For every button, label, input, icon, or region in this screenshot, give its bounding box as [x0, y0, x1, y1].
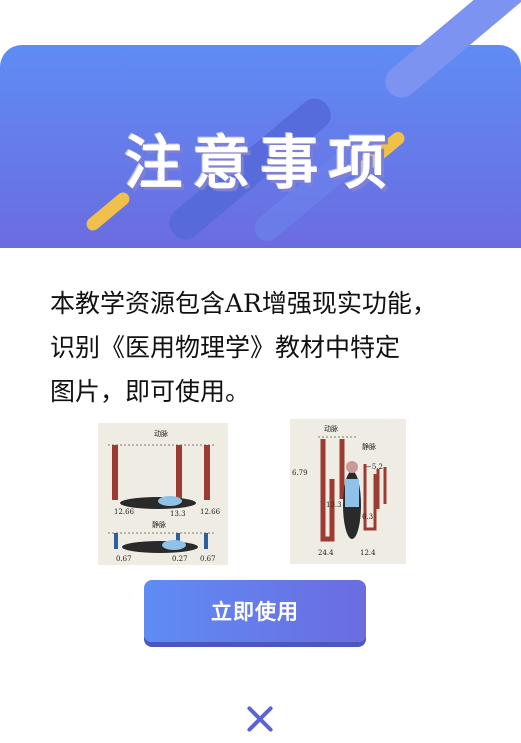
figure-label: 静脉: [152, 520, 166, 529]
figure-vertical-pressure: 动脉 静脉 6.79 −5.2 13.3 0.3 24.4 12.4: [290, 419, 406, 564]
figure-horizontal-pressure: 动脉 12.66 13.3 12.66 静脉 0.67 0.27 0.67: [98, 423, 228, 565]
figure-value: 0.67: [116, 555, 132, 563]
figure-value: 13.3: [326, 501, 342, 509]
modal-title: 注意事项: [124, 129, 397, 197]
figure-value: 0.3: [362, 513, 373, 521]
figure-value: −5.2: [366, 463, 383, 471]
figure-value: 12.66: [200, 508, 221, 516]
close-icon[interactable]: [246, 705, 274, 733]
figure-label: 动脉: [324, 424, 338, 433]
figure-value: 24.4: [318, 549, 334, 557]
figure-label: 静脉: [362, 442, 376, 451]
figure-value: 13.3: [170, 510, 186, 518]
figure-value: 6.79: [292, 469, 308, 477]
body-line: 识别《医用物理学》教材中特定: [50, 333, 401, 362]
use-now-button[interactable]: 立即使用: [144, 580, 366, 642]
body-line: 图片，即可使用。: [50, 377, 251, 406]
figure-value: 0.67: [200, 555, 216, 563]
modal-body: 本教学资源包含AR增强现实功能， 识别《医用物理学》教材中特定 图片，即可使用。: [50, 282, 490, 414]
figure-value: 0.27: [172, 555, 188, 563]
figure-value: 12.4: [360, 549, 376, 557]
body-line: 本教学资源包含AR增强现实功能，: [50, 289, 437, 318]
figure-label: 动脉: [154, 429, 168, 438]
figure-value: 12.66: [114, 508, 135, 516]
